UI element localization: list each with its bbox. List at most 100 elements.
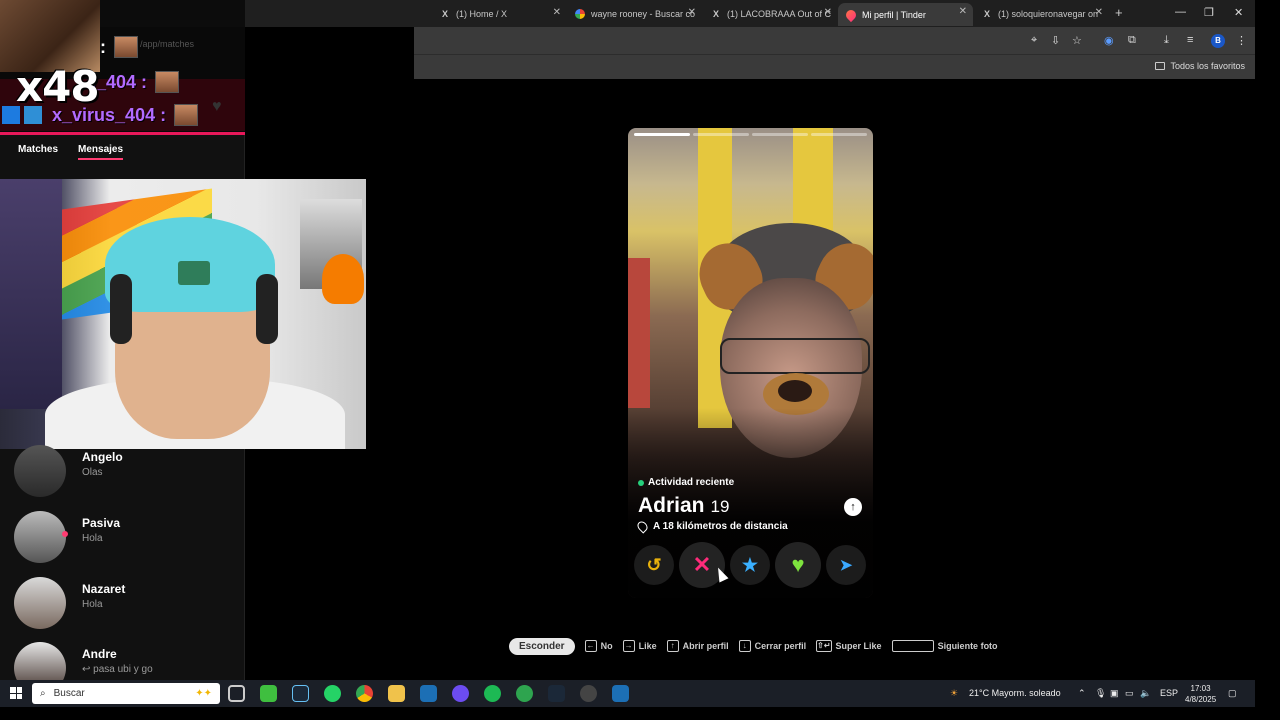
swipe-actions: ↺ ✕ ★ ♥ ➤ (628, 542, 873, 589)
steam-icon[interactable] (548, 685, 565, 702)
install-app-icon[interactable]: ⇩ (1051, 34, 1060, 47)
obs-icon[interactable] (580, 685, 597, 702)
shift-enter-key-icon: ⇧↵ (816, 640, 832, 652)
conversation-name: Andre (82, 647, 117, 661)
like-button[interactable]: ♥ (775, 542, 821, 588)
hide-shortcuts-button[interactable]: Esconder (509, 637, 575, 655)
open-profile-button[interactable]: ↑ (844, 498, 862, 516)
app-icon[interactable] (516, 685, 533, 702)
list-item[interactable]: Andre ↩ pasa ubi y go (14, 642, 234, 680)
tab-title: (1) LACOBRAAA Out of C (727, 9, 832, 19)
photo-progress-segment[interactable] (811, 133, 867, 136)
close-icon[interactable]: ✕ (959, 6, 967, 17)
bookmarks-bar: Todos los favoritos (414, 54, 1255, 79)
rewind-button[interactable]: ↺ (634, 545, 674, 585)
spotify-icon[interactable] (484, 685, 501, 702)
heart-icon: ♥ (791, 552, 805, 577)
location-icon[interactable]: ⌖ (1031, 34, 1037, 47)
tab-mensajes[interactable]: Mensajes (78, 144, 124, 160)
bookmark-star-icon[interactable]: ☆ (1072, 34, 1082, 47)
keyboard-shortcuts-bar: Esconder ← No → Like ↑ Abrir perfil ↓ Cerrar… (509, 636, 998, 656)
folder-icon (1155, 62, 1166, 70)
close-icon[interactable]: ✕ (824, 7, 832, 18)
windows-start-icon[interactable] (10, 687, 22, 699)
hint-label: Like (638, 641, 657, 651)
extensions-icon[interactable]: ⧉ (1128, 34, 1136, 47)
list-item[interactable]: Pasiva Hola (14, 511, 234, 565)
close-icon: ✕ (692, 552, 712, 577)
arrow-left-key-icon: ← (584, 640, 597, 652)
hint-label: Cerrar perfil (754, 641, 807, 651)
microphone-icon[interactable]: 🎙 (1095, 688, 1106, 699)
list-item[interactable]: Angelo Olas (14, 445, 234, 499)
tab-title: (1) soloquieronavegar on (998, 9, 1099, 19)
close-icon[interactable]: ✕ (688, 7, 696, 18)
whatsapp-icon[interactable] (324, 685, 341, 702)
tab-tinder-profile[interactable]: Mi perfil | Tinder ✕ (838, 3, 973, 26)
discord-icon[interactable] (452, 685, 469, 702)
address-bar[interactable]: ⌖ ⇩ ☆ ◉ ⧉ ⤓ ≡ B ⋮ (414, 27, 1255, 54)
tab-title: (1) Home / X (456, 9, 508, 19)
gift-row: s_404 : (86, 69, 180, 95)
all-bookmarks-label: Todos los favoritos (1170, 61, 1245, 71)
weather-text[interactable]: 21°C Mayorm. soleado (969, 688, 1061, 698)
tab-lacobraaa[interactable]: X (1) LACOBRAAA Out of C ✕ (703, 4, 838, 24)
conversation-preview: Hola (82, 599, 103, 610)
all-bookmarks-button[interactable]: Todos los favoritos (1155, 61, 1245, 71)
app-icon[interactable] (612, 685, 629, 702)
tab-soloquieronavegar[interactable]: X (1) soloquieronavegar on ✕ (974, 4, 1109, 24)
window-close-icon[interactable]: ✕ (1234, 6, 1243, 19)
clock[interactable]: 17:03 4/8/2025 (1185, 683, 1216, 705)
task-view-icon[interactable] (228, 685, 245, 702)
gift-avatar (155, 71, 180, 93)
profile-avatar[interactable]: B (1211, 34, 1225, 48)
arrow-right-key-icon: → (622, 640, 635, 652)
super-like-button[interactable]: ★ (730, 545, 770, 585)
obscured-url: /app/matches (140, 39, 195, 49)
extension-speaker-icon[interactable]: ◉ (1104, 34, 1114, 47)
tab-google-search[interactable]: wayne rooney - Buscar co ✕ (567, 4, 702, 24)
file-explorer-icon[interactable] (388, 685, 405, 702)
menu-kebab-icon[interactable]: ⋮ (1236, 34, 1247, 47)
minimize-icon[interactable]: — (1175, 6, 1186, 18)
tab-matches[interactable]: Matches (18, 144, 58, 160)
steam-icon[interactable] (292, 685, 309, 702)
online-dot-icon (638, 479, 644, 486)
chrome-icon[interactable] (356, 685, 373, 702)
restore-icon[interactable]: ❐ (1204, 6, 1214, 19)
chevron-up-icon[interactable]: ⌃ (1078, 688, 1086, 699)
minecraft-icon[interactable] (260, 685, 277, 702)
notifications-icon[interactable]: ▢ (1228, 688, 1237, 699)
new-tab-button[interactable]: + (1115, 5, 1123, 20)
volume-icon[interactable]: 🔈 (1140, 688, 1151, 699)
language-indicator[interactable]: ESP (1160, 688, 1178, 698)
network-icon[interactable]: ▭ (1125, 688, 1134, 699)
taskbar-search-input[interactable]: ⌕ Buscar ✦✦ (32, 683, 220, 704)
tab-home-x[interactable]: X (1) Home / X ✕ (432, 4, 567, 24)
tray-icon[interactable]: ▣ (1110, 688, 1119, 699)
boost-button[interactable]: ➤ (826, 545, 866, 585)
tab-title: Mi perfil | Tinder (862, 9, 926, 20)
x-logo-icon: X (712, 9, 719, 19)
profile-distance: A 18 kilómetros de distancia (635, 519, 788, 534)
close-icon[interactable]: ✕ (1095, 7, 1103, 18)
streamer-webcam (0, 179, 366, 449)
photo-progress-segment[interactable] (752, 133, 808, 136)
list-item[interactable]: Nazaret Hola (14, 577, 234, 631)
photo-progress-segment[interactable] (634, 133, 690, 136)
background-stripe (628, 258, 650, 408)
headphone-right (256, 274, 278, 344)
gift-separator: : (100, 36, 106, 57)
space-key-icon (891, 640, 934, 652)
app-icon[interactable] (420, 685, 437, 702)
close-icon[interactable]: ✕ (553, 7, 561, 18)
hint-label: Siguiente foto (937, 641, 998, 651)
media-control-icon[interactable]: ≡ (1187, 34, 1193, 46)
location-pin-icon (635, 519, 650, 534)
x-logo-icon: X (983, 9, 990, 19)
download-icon[interactable]: ⤓ (1164, 34, 1169, 47)
weather-icon: ☀ (950, 688, 959, 698)
google-icon (575, 9, 585, 19)
photo-progress-segment[interactable] (693, 133, 749, 136)
profile-card[interactable]: Actividad reciente Adrian 19 A 18 kilóme… (628, 128, 873, 598)
